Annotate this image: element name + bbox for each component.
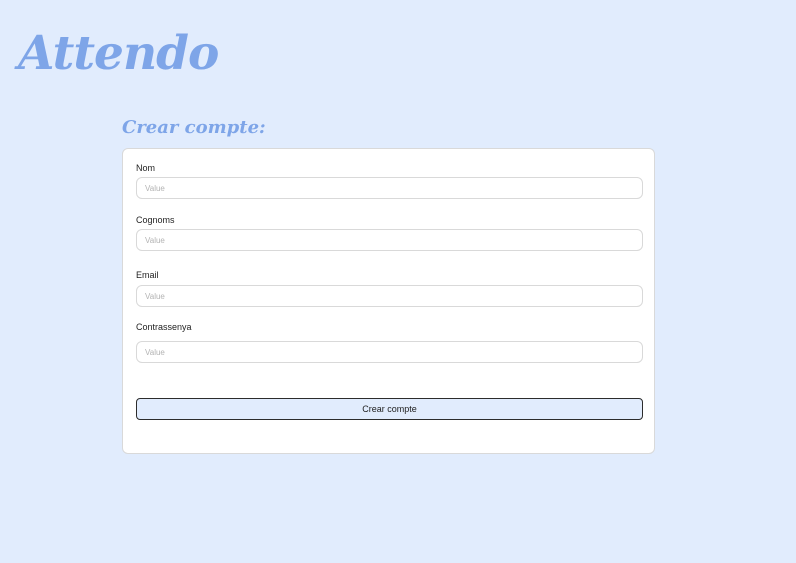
create-account-button[interactable]: Crear compte (136, 398, 643, 420)
email-input[interactable] (136, 285, 643, 307)
form-title: Crear compte: (122, 117, 266, 138)
app-logo: Attendo (18, 26, 219, 81)
email-label: Email (136, 270, 159, 280)
name-label: Nom (136, 163, 156, 173)
password-label: Contrassenya (136, 322, 192, 332)
surnames-input[interactable] (136, 229, 643, 251)
password-input[interactable] (136, 341, 643, 363)
create-account-form: Nom Cognoms Email Contrassenya Crear com… (122, 148, 655, 454)
name-input[interactable] (136, 177, 643, 199)
surnames-label: Cognoms (136, 215, 175, 225)
